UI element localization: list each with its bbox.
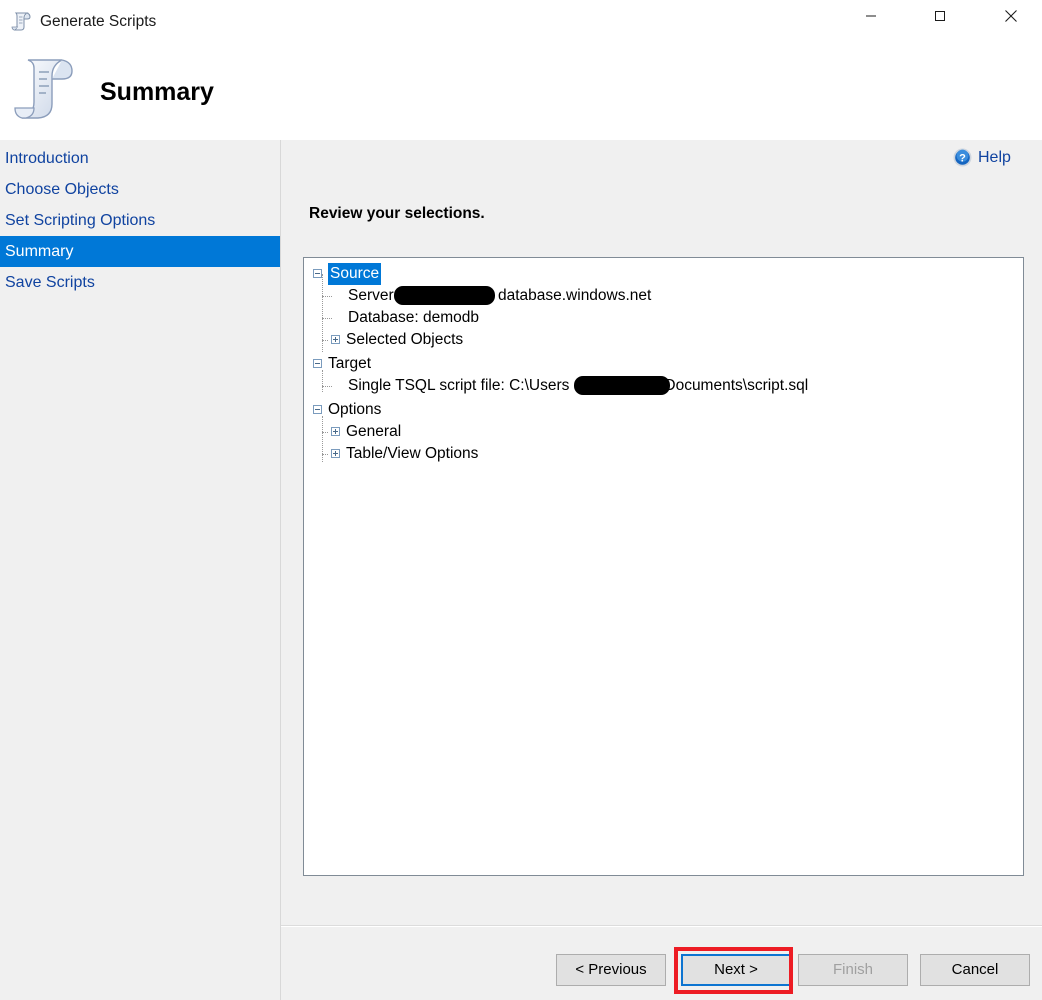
minimize-icon[interactable] xyxy=(848,0,894,32)
tree-node-source[interactable]: Source xyxy=(328,263,382,285)
window-title: Generate Scripts xyxy=(40,13,157,30)
tree-node-script-prefix: Single TSQL script file: C:\Users xyxy=(348,377,570,394)
tree-tick-database xyxy=(322,318,332,320)
tree-connector-target xyxy=(322,370,324,392)
page-header: Summary xyxy=(0,44,1042,140)
instruction-text: Review your selections. xyxy=(309,205,485,222)
sidebar-item-choose-objects[interactable]: Choose Objects xyxy=(0,174,280,205)
tree-node-selected-objects[interactable]: Selected Objects xyxy=(346,329,463,351)
redaction-bar-userpath xyxy=(574,376,670,395)
tree-node-options[interactable]: Options xyxy=(328,399,381,421)
script-scroll-icon xyxy=(10,10,34,34)
tree-node-options-label: Options xyxy=(328,401,382,418)
tree-node-server-prefix: Server: xyxy=(348,287,398,304)
tree-tick-tableview xyxy=(322,454,328,456)
tree-tick-server xyxy=(322,296,332,298)
tree-node-target-label: Target xyxy=(328,355,372,372)
maximize-icon[interactable] xyxy=(917,0,963,32)
redaction-bar-server xyxy=(394,286,495,305)
tree-tick-general xyxy=(322,432,328,434)
script-scroll-icon-large xyxy=(12,54,78,128)
tree-node-tableview-options[interactable]: Table/View Options xyxy=(346,443,478,465)
sidebar-item-save-scripts[interactable]: Save Scripts xyxy=(0,267,280,298)
tree-expander-options[interactable] xyxy=(313,405,322,414)
tree-expander-general[interactable] xyxy=(331,427,340,436)
content-panel: ? Help Review your selections. Source Se… xyxy=(281,140,1042,926)
tree-node-database-label: Database: demodb xyxy=(348,309,479,326)
cancel-button[interactable]: Cancel xyxy=(920,954,1030,986)
tree-node-target[interactable]: Target xyxy=(328,353,371,375)
tree-node-selected-objects-label: Selected Objects xyxy=(346,331,464,348)
help-question-icon: ? xyxy=(953,148,972,167)
tree-node-database[interactable]: Database: demodb xyxy=(348,307,479,329)
previous-button[interactable]: < Previous xyxy=(556,954,666,986)
tree-expander-source[interactable] xyxy=(313,269,322,278)
next-button[interactable]: Next > xyxy=(681,954,791,986)
tree-expander-selected-objects[interactable] xyxy=(331,335,340,344)
svg-text:?: ? xyxy=(959,152,966,164)
tree-node-server-suffix: database.windows.net xyxy=(497,287,652,304)
finish-button: Finish xyxy=(798,954,908,986)
tree-node-general-label: General xyxy=(346,423,402,440)
title-bar: Generate Scripts xyxy=(0,0,1042,44)
tree-node-general[interactable]: General xyxy=(346,421,401,443)
sidebar-nav: Introduction Choose Objects Set Scriptin… xyxy=(0,140,280,1000)
sidebar-item-introduction[interactable]: Introduction xyxy=(0,143,280,174)
tree-node-tableview-options-label: Table/View Options xyxy=(346,445,479,462)
close-icon[interactable] xyxy=(988,0,1034,32)
sidebar-item-summary[interactable]: Summary xyxy=(0,236,280,267)
tree-tick-script xyxy=(322,386,332,388)
page-title: Summary xyxy=(100,78,214,106)
help-link[interactable]: ? Help xyxy=(953,145,1011,169)
button-bar: < Previous Next > Finish Cancel xyxy=(281,927,1042,1000)
tree-tick-selected xyxy=(322,340,328,342)
summary-tree-view[interactable]: Source Server: database.windows.net Datab… xyxy=(303,257,1024,876)
tree-expander-target[interactable] xyxy=(313,359,322,368)
sidebar-item-set-scripting-options[interactable]: Set Scripting Options xyxy=(0,205,280,236)
tree-node-script-suffix: Documents\script.sql xyxy=(664,377,809,394)
help-label: Help xyxy=(978,148,1011,166)
tree-node-source-label: Source xyxy=(328,263,382,285)
tree-expander-tableview-options[interactable] xyxy=(331,449,340,458)
